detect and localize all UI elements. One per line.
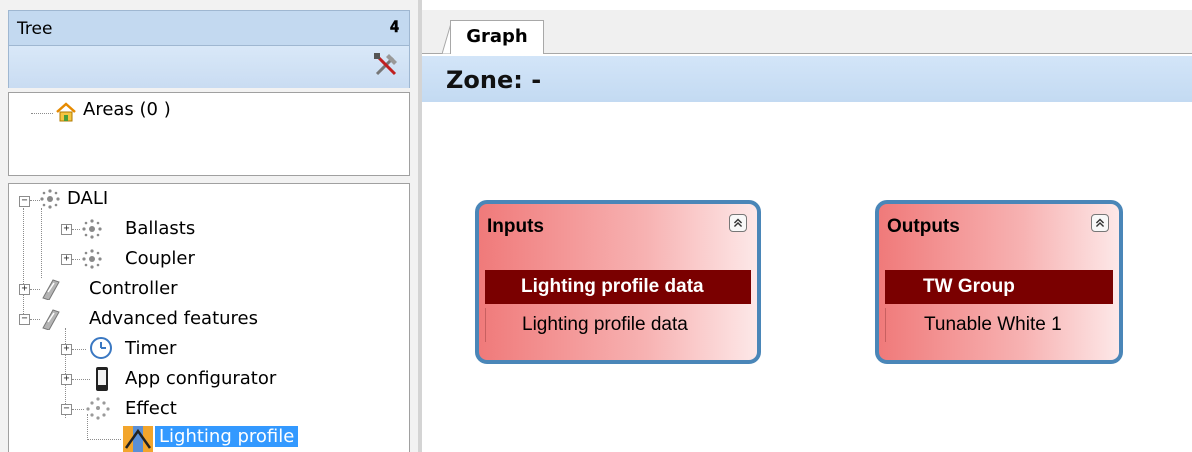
tree-item-timer[interactable]: Timer xyxy=(125,338,176,359)
expand-toggle[interactable]: + xyxy=(61,344,72,355)
controller-icon xyxy=(42,279,60,300)
outputs-port-header[interactable]: TW Group xyxy=(885,270,1113,304)
tree-item-controller[interactable]: Controller xyxy=(89,278,178,299)
tools-icon[interactable] xyxy=(371,50,401,80)
collapse-toggle[interactable]: − xyxy=(19,196,30,207)
effect-icon xyxy=(86,397,110,420)
tree-item-effect[interactable]: Effect xyxy=(125,398,177,419)
outputs-node[interactable]: Outputs TW Group Tunable White 1 xyxy=(875,200,1123,364)
expand-toggle[interactable]: + xyxy=(19,284,30,295)
collapse-up-icon[interactable] xyxy=(729,214,747,232)
tree-panel: Tree 𝟒 Areas (0 ) − DALI + Ballasts + Co… xyxy=(0,0,418,452)
expand-toggle[interactable]: + xyxy=(61,254,72,265)
phone-icon xyxy=(96,367,108,391)
controller-icon xyxy=(42,309,60,330)
tree-item-coupler[interactable]: Coupler xyxy=(125,248,195,269)
expand-toggle[interactable]: + xyxy=(61,374,72,385)
clock-icon xyxy=(90,337,112,359)
zone-title: Zone: - xyxy=(446,66,542,94)
tree-toolbar xyxy=(8,46,410,88)
dali-network-icon xyxy=(82,219,102,239)
outputs-port-item[interactable]: Tunable White 1 xyxy=(885,308,1113,342)
inputs-node[interactable]: Inputs Lighting profile data Lighting pr… xyxy=(475,200,761,364)
tree-item-ballasts[interactable]: Ballasts xyxy=(125,218,195,239)
inputs-port-item[interactable]: Lighting profile data xyxy=(485,308,751,342)
tree-item-areas[interactable]: Areas (0 ) xyxy=(83,99,171,120)
device-tree: − DALI + Ballasts + Coupler + Controller… xyxy=(8,183,410,452)
zone-header: Zone: - xyxy=(422,56,1192,102)
tab-graph[interactable]: Graph xyxy=(450,20,544,54)
collapse-up-icon[interactable] xyxy=(1091,214,1109,232)
tree-item-advanced-features[interactable]: Advanced features xyxy=(89,308,258,329)
tree-panel-title: Tree xyxy=(17,19,53,39)
expand-toggle[interactable]: + xyxy=(61,224,72,235)
tree-item-app-configurator[interactable]: App configurator xyxy=(125,368,276,389)
outputs-node-title: Outputs xyxy=(887,216,960,237)
tree-item-dali[interactable]: DALI xyxy=(67,188,108,209)
areas-tree: Areas (0 ) xyxy=(8,92,410,176)
dali-network-icon xyxy=(82,249,102,269)
dali-network-icon xyxy=(40,189,60,209)
tree-item-lighting-profile[interactable]: Lighting profile xyxy=(155,426,299,447)
tree-panel-header: Tree 𝟒 xyxy=(8,10,410,46)
inputs-node-title: Inputs xyxy=(487,216,544,237)
collapse-toggle[interactable]: − xyxy=(61,404,72,415)
collapse-toggle[interactable]: − xyxy=(19,314,30,325)
inputs-port-header[interactable]: Lighting profile data xyxy=(485,270,751,304)
lighting-profile-icon xyxy=(123,426,153,452)
house-icon xyxy=(56,102,76,122)
pin-icon[interactable]: 𝟒 xyxy=(390,17,399,37)
tab-strip: Graph xyxy=(422,10,1192,54)
graph-area: Graph Zone: - Inputs Lighting profile da… xyxy=(422,0,1192,452)
